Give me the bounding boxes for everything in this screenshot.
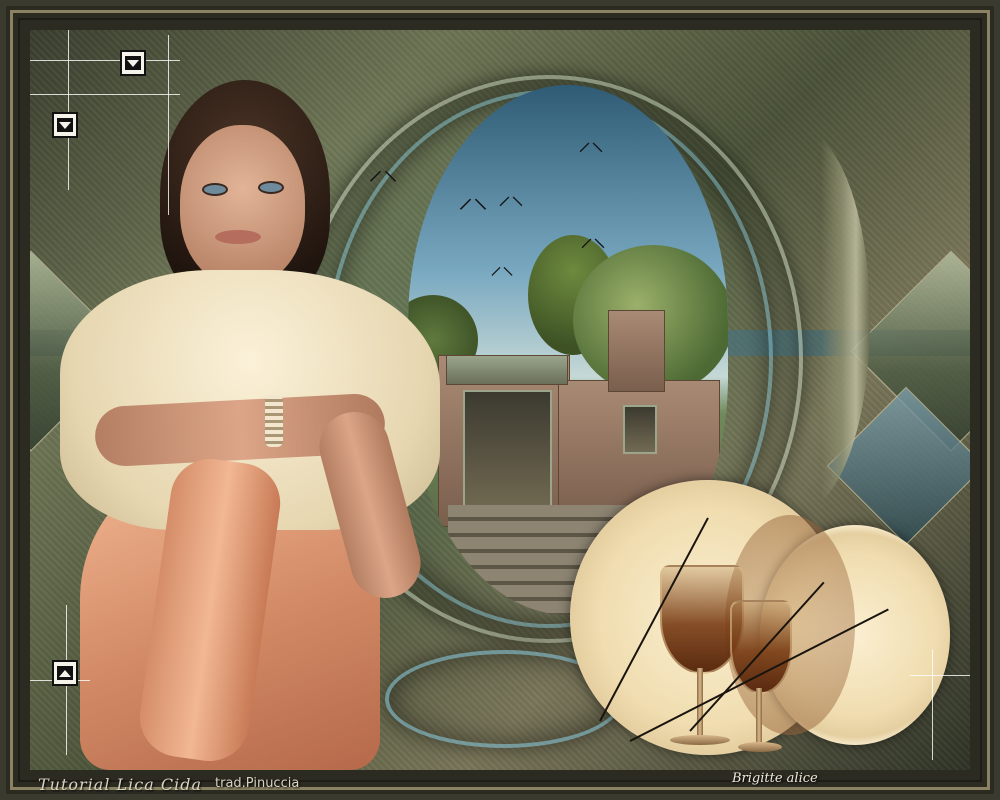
artwork-canvas: ⁀ ⸍⸌ ⸍⸌ ⸍⸌ ⸍⸌ ⸍⸌ ⸍⸌ <box>0 0 1000 800</box>
wine-glass-small <box>730 600 792 694</box>
bird-icon: ⸍⸌ <box>578 138 605 168</box>
face <box>180 125 305 285</box>
chevron-up-glyph <box>59 669 71 677</box>
temple-tower <box>608 310 665 392</box>
artist-signature: Brigitte alice <box>732 771 818 786</box>
chevron-up-icon-box <box>57 666 73 680</box>
bird-icon: ⸍⸌ <box>580 234 607 264</box>
lips <box>215 230 261 244</box>
temple-window <box>623 405 657 454</box>
bird-icon: ⸍⸌ <box>498 192 525 222</box>
plates-and-glasses <box>570 470 960 770</box>
wine-glass-small-stem <box>756 688 762 743</box>
bracelet <box>265 395 283 447</box>
wine-glass-tall-foot <box>670 735 730 745</box>
chevron-down-icon-box <box>57 118 73 132</box>
bird-icon: ⸍⸌ <box>458 193 488 228</box>
corner-grid-line <box>68 30 69 190</box>
temple-lintel <box>446 355 568 385</box>
chevron-down-glyph <box>59 121 71 129</box>
corner-grid-line <box>910 675 970 676</box>
corner-grid-line <box>30 60 180 61</box>
bird-icon: ⸍⸌ <box>490 262 514 290</box>
chevron-down-icon-box <box>125 56 141 70</box>
temple-doorway <box>463 390 552 514</box>
left-eye <box>202 183 228 196</box>
chevron-down-icon <box>120 50 146 76</box>
wine-glass-small-foot <box>738 742 782 752</box>
tutorial-credit: Tutorial Lica Cida <box>38 775 203 794</box>
chevron-up-icon <box>52 660 78 686</box>
chevron-down-icon <box>52 112 78 138</box>
corner-grid-line <box>30 94 180 95</box>
chevron-down-glyph <box>127 59 139 67</box>
right-eye <box>258 181 284 194</box>
corner-grid-line <box>932 650 933 760</box>
translator-credit: trad.Pinuccia <box>215 776 300 791</box>
